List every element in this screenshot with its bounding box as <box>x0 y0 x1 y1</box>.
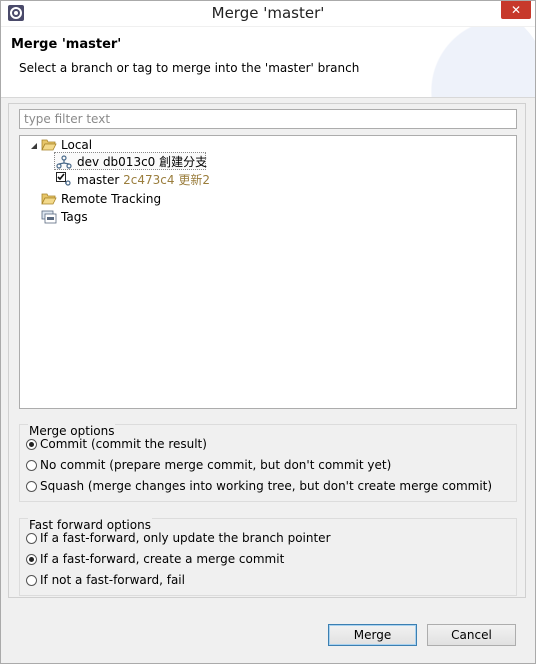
radio-button[interactable] <box>26 554 37 565</box>
tags-icon <box>41 210 57 224</box>
header-banner: Merge 'master' Select a branch or tag to… <box>1 27 535 98</box>
ff-option-create-merge-commit[interactable]: If a fast-forward, create a merge commit <box>26 550 284 568</box>
commit-id: 2c473c4 <box>123 173 175 187</box>
radio-button[interactable] <box>26 481 37 492</box>
radio-button[interactable] <box>26 439 37 450</box>
merge-options-group: Merge options Commit (commit the result)… <box>19 424 517 502</box>
main-content: Local dev db013c0 創建分支 <box>8 103 526 598</box>
merge-button[interactable]: Merge <box>328 624 417 646</box>
tree-item-local[interactable]: Local <box>20 137 516 154</box>
branch-name: dev <box>77 155 100 169</box>
radio-label: Squash (merge changes into working tree,… <box>40 479 493 493</box>
merge-option-no-commit[interactable]: No commit (prepare merge commit, but don… <box>26 456 391 474</box>
close-button[interactable]: ✕ <box>501 1 531 19</box>
tree-item-tags[interactable]: Tags <box>20 209 516 226</box>
radio-button[interactable] <box>26 575 37 586</box>
checked-out-branch-icon <box>56 172 71 186</box>
filter-input[interactable] <box>19 109 517 129</box>
radio-label: No commit (prepare merge commit, but don… <box>40 458 392 472</box>
commit-message: 創建分支 <box>159 155 208 169</box>
radio-label: If not a fast-forward, fail <box>40 573 185 587</box>
title-bar: Merge 'master' ✕ <box>1 1 535 26</box>
merge-option-squash[interactable]: Squash (merge changes into working tree,… <box>26 477 492 495</box>
ff-option-fail[interactable]: If not a fast-forward, fail <box>26 571 185 589</box>
branch-icon <box>56 155 72 169</box>
commit-message: 更新2 <box>178 173 210 187</box>
radio-button[interactable] <box>26 460 37 471</box>
banner-subtitle: Select a branch or tag to merge into the… <box>19 61 360 75</box>
tree-item-remote-tracking[interactable]: Remote Tracking <box>20 191 516 208</box>
merge-option-commit[interactable]: Commit (commit the result) <box>26 435 207 453</box>
banner-decoration <box>405 27 535 97</box>
ref-tree[interactable]: Local dev db013c0 創建分支 master 2c473c4 更新… <box>19 135 517 409</box>
branch-name: master <box>77 173 120 187</box>
cancel-button[interactable]: Cancel <box>427 624 516 646</box>
tree-item-label: Tags <box>61 210 88 224</box>
radio-button[interactable] <box>26 533 37 544</box>
fast-forward-options-group: Fast forward options If a fast-forward, … <box>19 518 517 596</box>
window-title: Merge 'master' <box>211 4 325 22</box>
tree-item-label: Local <box>61 138 93 152</box>
tree-item-dev[interactable]: dev db013c0 創建分支 <box>20 154 516 171</box>
tree-item-label: Remote Tracking <box>61 192 162 206</box>
ff-option-update-pointer[interactable]: If a fast-forward, only update the branc… <box>26 529 331 547</box>
expand-arrow-icon[interactable] <box>30 142 38 150</box>
folder-open-icon <box>41 139 57 151</box>
tree-item-master[interactable]: master 2c473c4 更新2 <box>20 172 516 189</box>
commit-id: db013c0 <box>102 155 156 169</box>
radio-label: If a fast-forward, only update the branc… <box>40 531 331 545</box>
banner-title: Merge 'master' <box>11 37 122 52</box>
radio-label: Commit (commit the result) <box>40 437 207 451</box>
folder-icon <box>41 193 57 205</box>
radio-label: If a fast-forward, create a merge commit <box>40 552 285 566</box>
merge-dialog: Merge 'master' ✕ Merge 'master' Select a… <box>0 0 536 664</box>
